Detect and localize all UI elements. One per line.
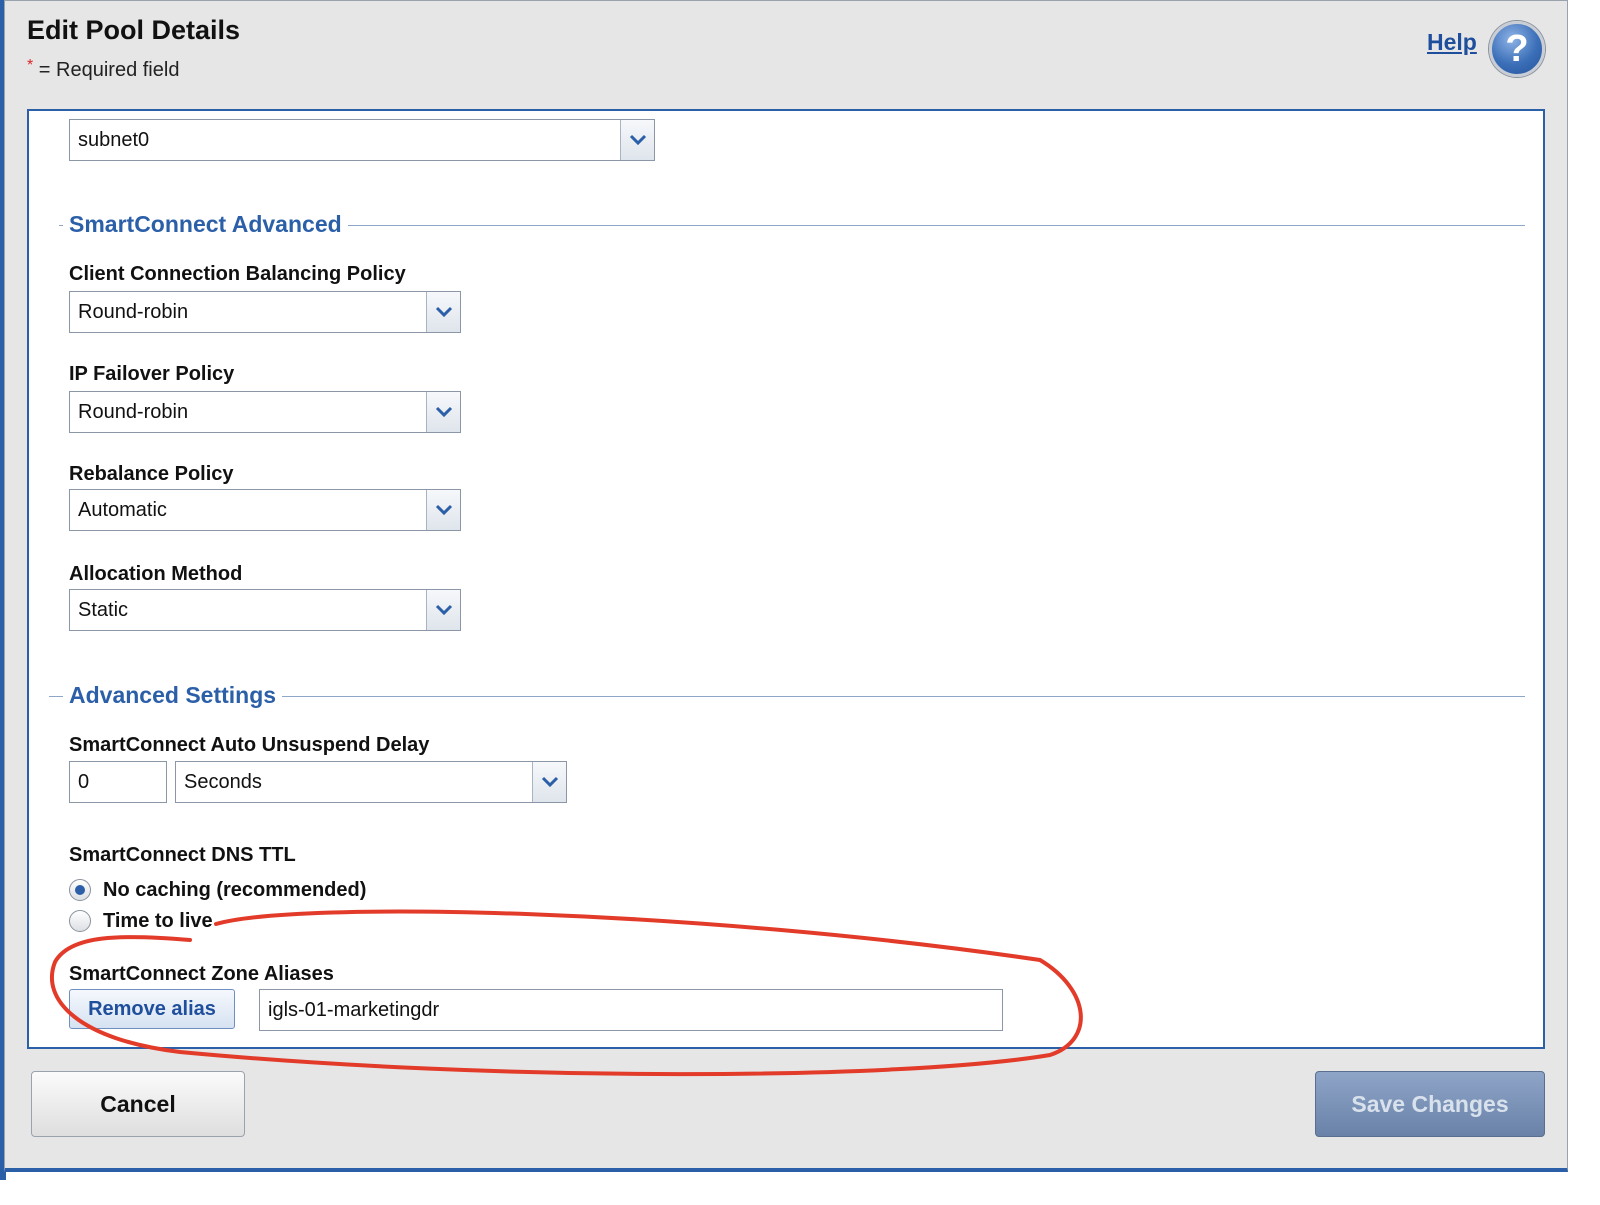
- unsuspend-delay-unit-select[interactable]: Seconds: [175, 761, 567, 803]
- required-star: *: [27, 57, 34, 74]
- dns-ttl-time-to-live-radio[interactable]: [69, 910, 91, 932]
- subnet-select-value: subnet0: [78, 129, 150, 151]
- dns-ttl-no-caching-label[interactable]: No caching (recommended): [103, 879, 366, 902]
- unsuspend-delay-unit-value: Seconds: [184, 771, 262, 793]
- subnet-select[interactable]: subnet0: [69, 119, 655, 161]
- client-balancing-select[interactable]: Round-robin: [69, 291, 461, 333]
- zone-alias-value: igls-01-marketingdr: [268, 999, 440, 1021]
- unsuspend-delay-value: 0: [78, 771, 90, 793]
- ip-failover-value: Round-robin: [78, 401, 189, 423]
- ip-failover-label: IP Failover Policy: [69, 363, 235, 385]
- edit-pool-dialog: Edit Pool Details * = Required field Hel…: [4, 0, 1568, 1172]
- chevron-down-icon[interactable]: [426, 490, 460, 530]
- zone-aliases-label: SmartConnect Zone Aliases: [69, 963, 334, 985]
- section-legend-smartconnect-advanced: SmartConnect Advanced: [63, 211, 348, 238]
- rebalance-select[interactable]: Automatic: [69, 489, 461, 531]
- dns-ttl-time-to-live-label[interactable]: Time to live: [103, 910, 213, 933]
- chevron-down-icon[interactable]: [426, 292, 460, 332]
- allocation-label: Allocation Method: [69, 563, 243, 585]
- unsuspend-delay-input[interactable]: 0: [69, 761, 167, 803]
- dns-ttl-no-caching-radio[interactable]: [69, 879, 91, 901]
- chevron-down-icon[interactable]: [426, 392, 460, 432]
- required-field-note: * = Required field: [27, 57, 180, 82]
- chevron-down-icon[interactable]: [532, 762, 566, 802]
- help-icon[interactable]: ?: [1489, 21, 1545, 77]
- form-scroll-panel[interactable]: subnet0 SmartConnect Advanced Client Con…: [27, 109, 1545, 1049]
- required-field-text: = Required field: [38, 59, 180, 81]
- save-changes-button[interactable]: Save Changes: [1315, 1071, 1545, 1137]
- cancel-button[interactable]: Cancel: [31, 1071, 245, 1137]
- allocation-select[interactable]: Static: [69, 589, 461, 631]
- chevron-down-icon[interactable]: [620, 120, 654, 160]
- allocation-value: Static: [78, 599, 129, 621]
- client-balancing-value: Round-robin: [78, 301, 189, 323]
- section-legend-advanced-settings: Advanced Settings: [63, 682, 283, 709]
- zone-alias-input[interactable]: igls-01-marketingdr: [259, 989, 1003, 1031]
- remove-alias-button[interactable]: Remove alias: [69, 989, 235, 1029]
- dialog-title: Edit Pool Details: [27, 15, 241, 45]
- client-balancing-label: Client Connection Balancing Policy: [69, 263, 406, 285]
- chevron-down-icon[interactable]: [426, 590, 460, 630]
- rebalance-label: Rebalance Policy: [69, 463, 234, 485]
- help-link[interactable]: Help: [1427, 29, 1477, 56]
- unsuspend-delay-label: SmartConnect Auto Unsuspend Delay: [69, 734, 430, 756]
- rebalance-value: Automatic: [78, 499, 167, 521]
- ip-failover-select[interactable]: Round-robin: [69, 391, 461, 433]
- dns-ttl-label: SmartConnect DNS TTL: [69, 844, 296, 866]
